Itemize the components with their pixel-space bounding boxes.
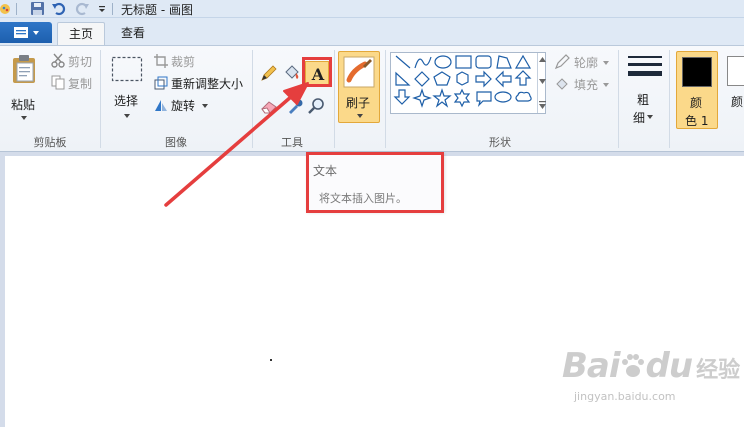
watermark-url: jingyan.baidu.com bbox=[574, 390, 676, 403]
baidu-watermark: Bai du 经验 jingyan.baidu.com bbox=[562, 346, 741, 403]
watermark-suffix: 经验 bbox=[696, 358, 741, 383]
watermark-brand-suffix: du bbox=[645, 346, 694, 386]
paw-icon bbox=[621, 354, 644, 377]
watermark-brand: Bai bbox=[562, 346, 621, 386]
